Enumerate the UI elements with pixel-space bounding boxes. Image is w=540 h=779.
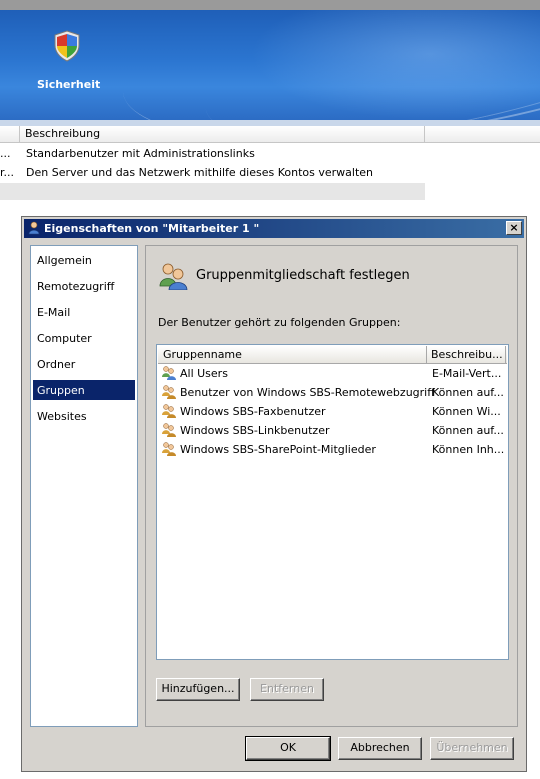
column-header-gruppenname[interactable]: Gruppenname [158,346,427,363]
ok-button[interactable]: OK [245,736,331,761]
background-list-header: Beschreibung [0,126,540,143]
add-button[interactable]: Hinzufügen... [156,678,240,701]
table-row[interactable]: All Users E-Mail-Vert... [158,364,507,383]
group-icon [162,385,176,399]
background-column-header-description[interactable]: Beschreibung [20,126,425,142]
group-description: Können Inh... [432,443,505,456]
group-description: Können Wi... [432,405,501,418]
dialog-title: Eigenschaften von "Mitarbeiter 1 " [44,222,260,235]
cancel-button[interactable]: Abbrechen [338,737,422,760]
group-name: Windows SBS-Linkbenutzer [180,424,330,437]
close-button[interactable]: × [506,221,522,235]
background-list-row[interactable]: r... Den Server und das Netzwerk mithilf… [0,164,540,182]
background-cell: r... [0,166,15,179]
nav-item-ordner[interactable]: Ordner [33,354,135,374]
group-name: Windows SBS-Faxbenutzer [180,405,326,418]
table-row[interactable]: Windows SBS-SharePoint-Mitglieder Können… [158,440,507,459]
group-membership-icon [159,263,188,290]
table-row[interactable]: Windows SBS-Faxbenutzer Können Wi... [158,402,507,421]
group-icon [162,423,176,437]
panel-description: Der Benutzer gehört zu folgenden Gruppen… [158,316,401,329]
dialog-titlebar[interactable]: Eigenschaften von "Mitarbeiter 1 " × [24,219,524,238]
background-list-empty-row [0,183,425,200]
apply-button[interactable]: Übernehmen [430,737,514,760]
background-cell: ... [0,147,11,160]
groups-list[interactable]: Gruppenname Beschreibu... All Users E-Ma… [156,344,509,660]
group-description: Können auf... [432,386,504,399]
user-icon [28,221,40,235]
nav-item-allgemein[interactable]: Allgemein [33,250,135,270]
groups-panel: Gruppenmitgliedschaft festlegen Der Benu… [145,245,518,727]
panel-heading: Gruppenmitgliedschaft festlegen [196,268,410,283]
table-row[interactable]: Windows SBS-Linkbenutzer Können auf... [158,421,507,440]
background-cell-description: Standarbenutzer mit Administrationslinks [26,147,255,160]
dialog-navigation-list: Allgemein Remotezugriff E-Mail Computer … [30,245,138,727]
nav-item-computer[interactable]: Computer [33,328,135,348]
group-description: E-Mail-Vert... [432,367,502,380]
header-banner: Sicherheit [0,10,540,120]
group-name: Windows SBS-SharePoint-Mitglieder [180,443,376,456]
group-icon [162,442,176,456]
nav-item-websites[interactable]: Websites [33,406,135,426]
properties-dialog: Eigenschaften von "Mitarbeiter 1 " × All… [21,216,527,772]
background-cell-description: Den Server und das Netzwerk mithilfe die… [26,166,374,179]
column-header-beschreibung[interactable]: Beschreibu... [427,346,506,363]
group-description: Können auf... [432,424,504,437]
group-icon [162,366,176,380]
group-icon [162,404,176,418]
group-name: Benutzer von Windows SBS-Remotewebzugrif… [180,386,435,399]
nav-item-gruppen[interactable]: Gruppen [33,380,135,400]
top-strip [0,0,540,10]
group-name: All Users [180,367,228,380]
nav-item-remotezugriff[interactable]: Remotezugriff [33,276,135,296]
groups-list-header: Gruppenname Beschreibu... [158,346,507,364]
nav-item-email[interactable]: E-Mail [33,302,135,322]
remove-button[interactable]: Entfernen [250,678,324,701]
background-list-row[interactable]: ... Standarbenutzer mit Administrationsl… [0,145,540,163]
security-shield-icon[interactable] [53,30,81,62]
banner-label-security[interactable]: Sicherheit [37,78,100,91]
background-column-header-1[interactable] [0,126,20,142]
table-row[interactable]: Benutzer von Windows SBS-Remotewebzugrif… [158,383,507,402]
